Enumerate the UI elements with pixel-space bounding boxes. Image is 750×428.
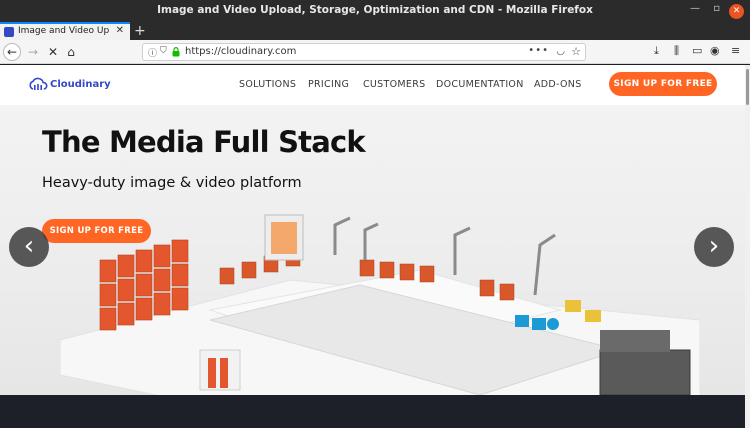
address-bar[interactable]: ⓘ ⛉ https://cloudinary.com ••• ◡ ☆ (142, 43, 586, 61)
web-page: Cloudinary SOLUTIONS PRICING CUSTOMERS D… (0, 65, 745, 428)
site-info-icon[interactable]: ⓘ (148, 46, 157, 59)
media-factory-illustration (60, 214, 700, 395)
forward-arrow-icon[interactable]: → (24, 43, 42, 61)
stop-loading-icon[interactable]: ✕ (44, 43, 62, 61)
page-scrollbar[interactable] (745, 65, 750, 428)
nav-documentation[interactable]: DOCUMENTATION (436, 79, 524, 90)
url-text[interactable]: https://cloudinary.com (185, 46, 296, 57)
tab-label: Image and Video Upload (18, 26, 110, 36)
signup-button-header[interactable]: SIGN UP FOR FREE (609, 72, 717, 96)
maximize-icon[interactable]: ▫ (713, 3, 720, 14)
minimize-icon[interactable]: — (690, 3, 700, 14)
downloads-icon[interactable]: ⤓ (654, 44, 659, 58)
tab-cloudinary[interactable]: Image and Video Upload ✕ (0, 22, 130, 40)
bookmark-star-icon[interactable]: ☆ (571, 45, 581, 58)
carousel-prev-icon[interactable]: ‹ (9, 227, 49, 267)
home-icon[interactable]: ⌂ (62, 43, 80, 61)
hero-subtitle: Heavy-duty image & video platform (42, 175, 302, 191)
dark-section (0, 395, 745, 428)
tab-strip: Image and Video Upload ✕ + (0, 22, 750, 40)
library-icon[interactable]: ⫼ (674, 44, 679, 58)
hero-carousel: The Media Full Stack Heavy-duty image & … (0, 105, 745, 395)
new-tab-icon[interactable]: + (134, 22, 146, 40)
carousel-next-icon[interactable]: › (694, 227, 734, 267)
nav-solutions[interactable]: SOLUTIONS (239, 79, 296, 90)
sidebar-icon[interactable]: ▭ (692, 44, 702, 57)
hero-title: The Media Full Stack (42, 125, 366, 159)
scrollbar-thumb[interactable] (746, 69, 749, 105)
signup-button-hero[interactable]: SIGN UP FOR FREE (42, 219, 151, 243)
window-titlebar: Image and Video Upload, Storage, Optimiz… (0, 0, 750, 22)
navigation-toolbar: ← → ✕ ⌂ ⓘ ⛉ https://cloudinary.com ••• ◡… (0, 40, 750, 64)
tracking-shield-icon[interactable]: ⛉ (160, 46, 167, 56)
window-title: Image and Video Upload, Storage, Optimiz… (157, 4, 593, 16)
hamburger-menu-icon[interactable]: ≡ (731, 44, 740, 57)
tab-close-icon[interactable]: ✕ (116, 25, 124, 36)
back-arrow-icon[interactable]: ← (3, 43, 21, 61)
nav-customers[interactable]: CUSTOMERS (363, 79, 425, 90)
pocket-icon[interactable]: ◡ (556, 46, 565, 57)
logo-text[interactable]: Cloudinary (50, 79, 111, 90)
nav-pricing[interactable]: PRICING (308, 79, 349, 90)
nav-add-ons[interactable]: ADD-ONS (534, 79, 582, 90)
page-actions-icon[interactable]: ••• (528, 45, 549, 56)
favicon-icon (4, 27, 14, 37)
secure-lock-icon[interactable] (172, 47, 180, 57)
site-header: Cloudinary SOLUTIONS PRICING CUSTOMERS D… (0, 65, 745, 105)
account-icon[interactable]: ◉ (710, 44, 720, 57)
cloudinary-logo-icon[interactable] (28, 77, 48, 91)
close-window-icon[interactable]: ✕ (729, 4, 744, 19)
